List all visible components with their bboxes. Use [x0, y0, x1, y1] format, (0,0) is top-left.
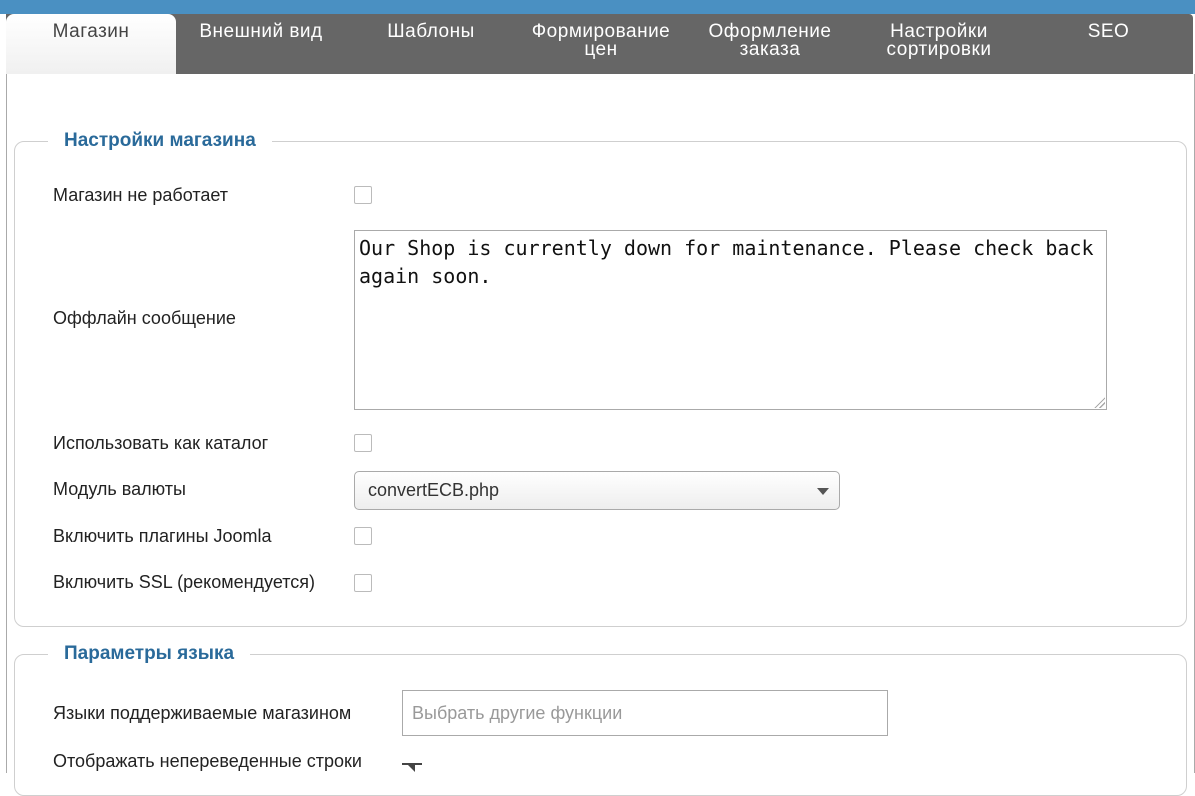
untranslated-strings-label: Отображать непереведенные строки: [53, 751, 362, 771]
tab-pricing[interactable]: Формирование цен: [516, 14, 686, 74]
languages-label: Языки поддерживаемые магазином: [53, 703, 352, 723]
tab-templates[interactable]: Шаблоны: [346, 14, 516, 74]
currency-module-value: convertECB.php: [368, 480, 500, 500]
tab-bar: Магазин Внешний вид Шаблоны Формирование…: [6, 14, 1193, 74]
tab-appearance[interactable]: Внешний вид: [176, 14, 346, 74]
shop-offline-checkbox[interactable]: [354, 186, 372, 204]
tab-shop[interactable]: Магазин: [6, 14, 176, 74]
use-as-catalog-label: Использовать как каталог: [53, 433, 269, 453]
currency-module-select[interactable]: convertECB.php: [354, 471, 840, 510]
languages-multiselect[interactable]: Выбрать другие функции: [402, 690, 888, 736]
currency-module-label: Модуль валюты: [53, 479, 186, 499]
use-as-catalog-checkbox[interactable]: [354, 434, 372, 452]
offline-message-label: Оффлайн сообщение: [53, 308, 236, 328]
shop-settings-legend: Настройки магазина: [48, 130, 272, 152]
offline-message-textarea[interactable]: Our Shop is currently down for maintenan…: [354, 230, 1107, 410]
language-settings-legend: Параметры языка: [48, 643, 251, 665]
ssl-label: Включить SSL (рекомендуется): [53, 572, 316, 592]
shop-offline-label: Магазин не работает: [53, 185, 229, 205]
tab-sorting-settings[interactable]: Настройки сортировки: [854, 14, 1024, 74]
resize-grip-icon[interactable]: [1093, 396, 1105, 408]
tab-seo[interactable]: SEO: [1024, 14, 1193, 74]
window-top-bar: [0, 0, 1195, 14]
ssl-checkbox[interactable]: [354, 574, 372, 592]
chevron-down-icon: [817, 488, 829, 495]
tab-checkout[interactable]: Оформление заказа: [686, 14, 854, 74]
joomla-plugins-label: Включить плагины Joomla: [53, 526, 272, 546]
joomla-plugins-checkbox[interactable]: [354, 527, 372, 545]
dropdown-arrow-icon[interactable]: [402, 763, 422, 775]
